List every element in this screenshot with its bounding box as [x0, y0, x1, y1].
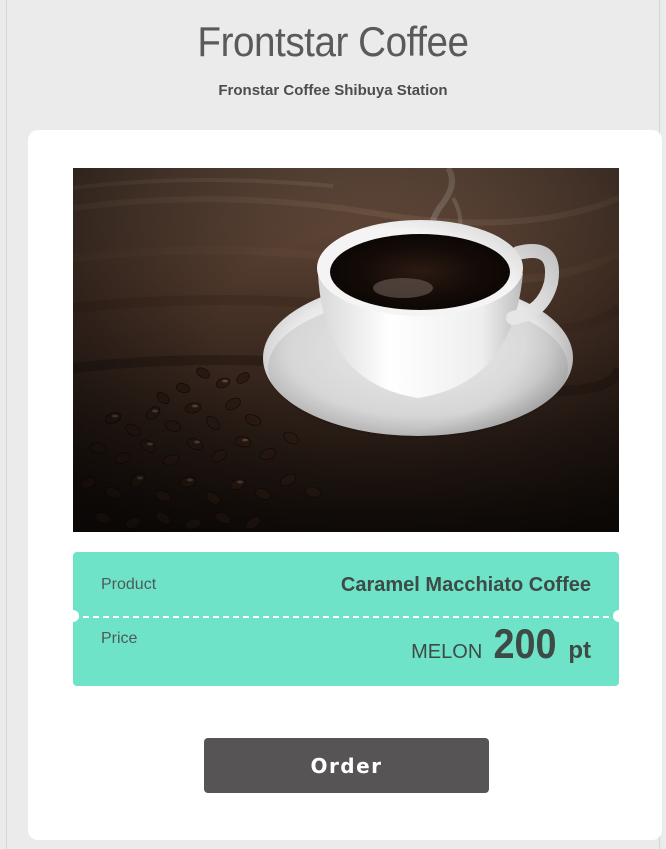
- shop-subtitle: Fronstar Coffee Shibuya Station: [218, 82, 448, 99]
- order-button[interactable]: Order: [204, 738, 489, 793]
- shop-title: Frontstar Coffee: [197, 18, 469, 65]
- product-info-panel: Product Caramel Macchiato Coffee Price M…: [67, 552, 625, 686]
- product-image: [73, 168, 619, 532]
- price-row: Price MELON 200 pt: [73, 618, 619, 684]
- product-label: Product: [101, 576, 157, 593]
- price-currency: MELON: [411, 641, 483, 663]
- price-value: MELON 200 pt: [411, 620, 591, 668]
- coffee-cup-photo: [73, 168, 619, 532]
- price-amount: 200: [493, 620, 557, 667]
- product-name: Caramel Macchiato Coffee: [340, 574, 591, 596]
- price-unit: pt: [568, 637, 591, 664]
- price-label: Price: [101, 630, 138, 647]
- product-row: Product Caramel Macchiato Coffee: [73, 552, 619, 618]
